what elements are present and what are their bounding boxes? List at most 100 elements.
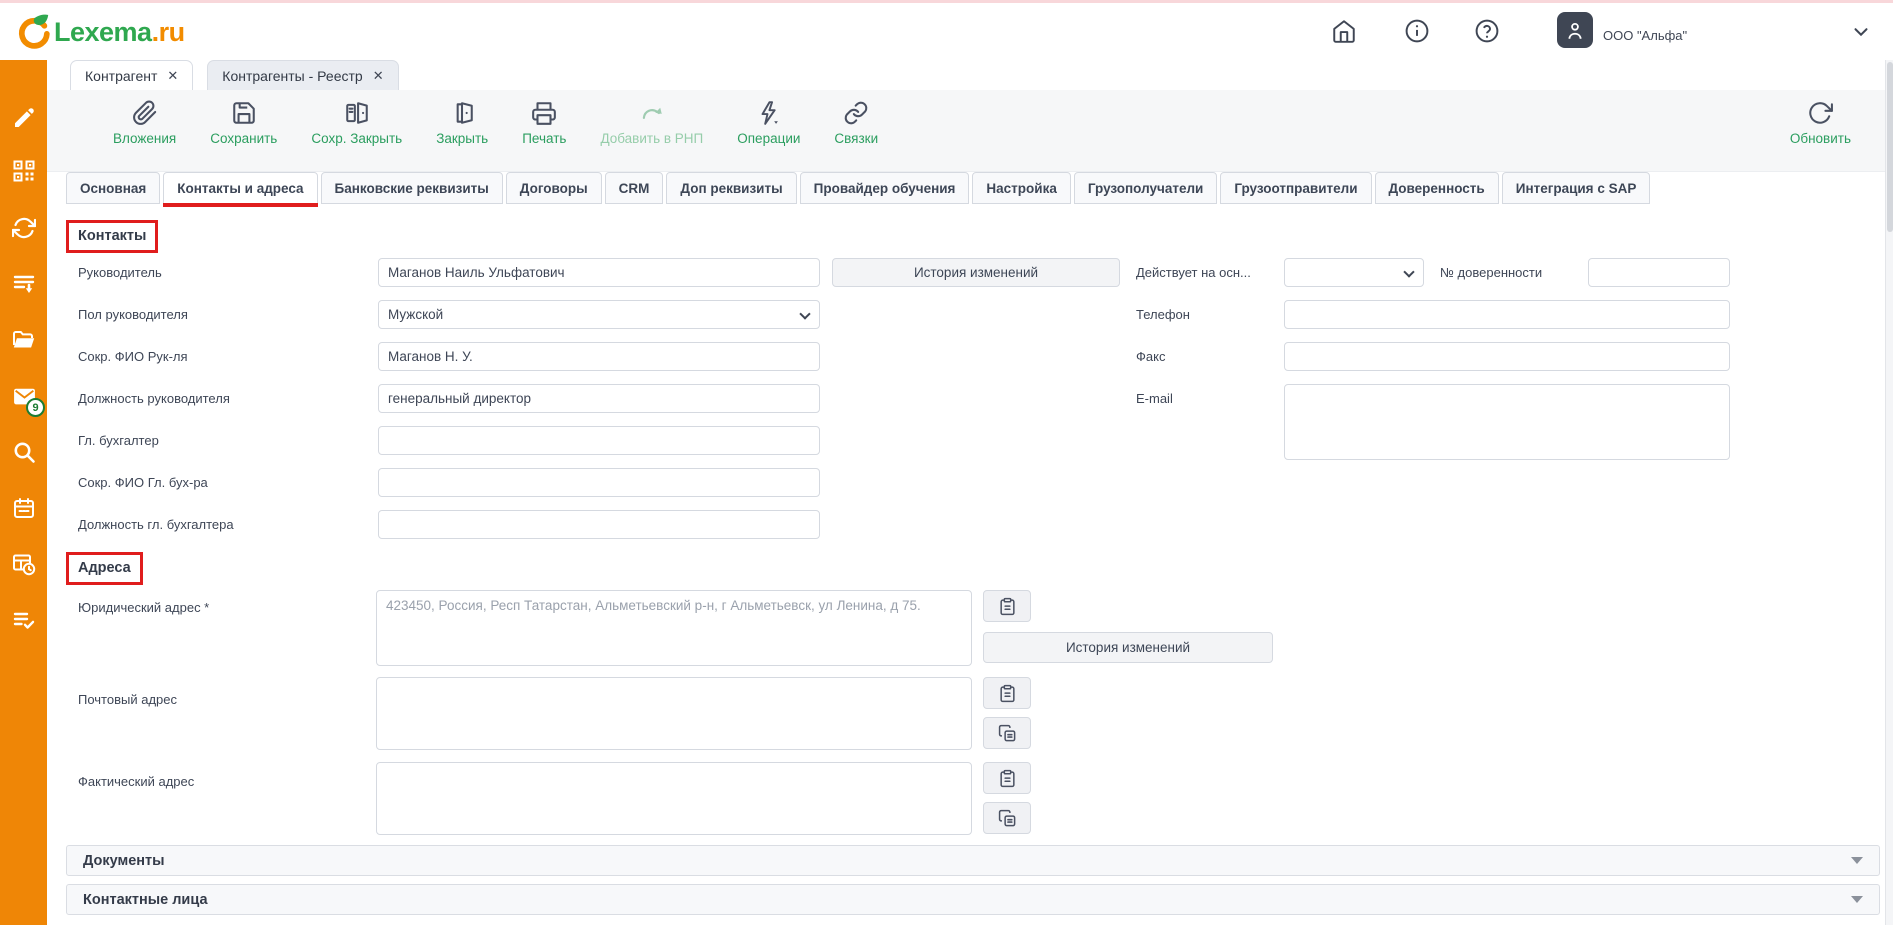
accordion-label: Контактные лица <box>83 892 208 908</box>
triangle-down-icon <box>1851 896 1863 903</box>
field-label: Пол руководителя <box>78 307 188 322</box>
mail-icon[interactable]: 9 <box>12 384 36 408</box>
tab-gruzootpraviteli[interactable]: Грузоотправители <box>1220 172 1371 204</box>
export-list-icon[interactable] <box>12 272 36 296</box>
lexema-logo[interactable]: Lexema.ru <box>14 13 185 51</box>
chief-accountant-input[interactable] <box>378 426 820 455</box>
header-chevron-down-icon[interactable] <box>1850 21 1872 43</box>
triangle-down-icon <box>1851 857 1863 864</box>
operations-button[interactable]: Операции <box>737 100 800 146</box>
copy-icon <box>998 809 1017 828</box>
edit-pencil-icon[interactable] <box>12 106 36 130</box>
print-button[interactable]: Печать <box>522 100 566 146</box>
search-icon[interactable] <box>12 440 36 464</box>
clipboard-icon <box>998 769 1017 788</box>
accordion-kontaktnye-litsa[interactable]: Контактные лица <box>66 884 1880 915</box>
fax-input[interactable] <box>1284 342 1730 371</box>
acts-on-basis-label: Действует на осн... <box>1136 265 1251 280</box>
phone-input[interactable] <box>1284 300 1730 329</box>
calendar-icon[interactable] <box>12 496 36 520</box>
lexema-logo-icon <box>14 13 52 51</box>
add-to-rnp-button: Добавить в РНП <box>600 100 703 146</box>
leader-short-name-input[interactable] <box>378 342 820 371</box>
leader-position-input[interactable] <box>378 384 820 413</box>
window-tab-label: Контрагенты - Реестр <box>222 68 362 84</box>
postal-address-label: Почтовый адрес <box>78 692 177 707</box>
save-close-button[interactable]: Сохр. Закрыть <box>311 100 402 146</box>
chief-accountant-position-input[interactable] <box>378 510 820 539</box>
save-close-icon <box>344 100 370 126</box>
postal-address-paste-button[interactable] <box>983 677 1031 709</box>
address-history-button[interactable]: История изменений <box>983 632 1273 663</box>
chevron-down-icon <box>799 308 810 319</box>
accordion-dokumenty[interactable]: Документы <box>66 845 1880 876</box>
close-icon[interactable]: ✕ <box>167 68 178 84</box>
tab-nastroyka[interactable]: Настройка <box>972 172 1070 204</box>
tab-doverennost[interactable]: Доверенность <box>1375 172 1499 204</box>
contacts-history-button[interactable]: История изменений <box>832 258 1120 287</box>
save-icon <box>231 100 257 126</box>
chief-accountant-short-input[interactable] <box>378 468 820 497</box>
field-label: Руководитель <box>78 265 162 280</box>
links-button[interactable]: Связки <box>834 100 878 146</box>
scrollbar-thumb[interactable] <box>1887 62 1893 232</box>
acts-on-basis-select[interactable] <box>1284 258 1424 287</box>
actual-address-paste-button[interactable] <box>983 762 1031 794</box>
leader-name-input[interactable] <box>378 258 820 287</box>
tab-dogovory[interactable]: Договоры <box>506 172 602 204</box>
select-value: Мужской <box>388 307 443 322</box>
legal-address-paste-button[interactable] <box>983 590 1031 622</box>
chevron-down-icon <box>1403 266 1414 277</box>
email-textarea[interactable] <box>1284 384 1730 460</box>
report-schedule-icon[interactable] <box>12 552 36 576</box>
help-icon[interactable] <box>1473 17 1501 45</box>
user-avatar[interactable] <box>1557 12 1593 48</box>
window-tab-kontragenty-reestr[interactable]: Контрагенты - Реестр ✕ <box>207 60 398 90</box>
contacts-section-header: Контакты <box>66 220 158 253</box>
fax-label: Факс <box>1136 349 1165 364</box>
lightning-icon <box>756 100 782 126</box>
form-body: Контакты Руководитель Пол руководителя М… <box>47 208 1893 925</box>
form-tab-bar: Основная Контакты и адреса Банковские ре… <box>47 172 1893 208</box>
postal-address-textarea[interactable] <box>376 677 972 750</box>
tab-provayder-obucheniya[interactable]: Провайдер обучения <box>800 172 970 204</box>
sync-icon[interactable] <box>12 216 36 240</box>
field-label: Должность гл. бухгалтера <box>78 517 234 532</box>
close-button[interactable]: Закрыть <box>436 100 488 146</box>
info-icon[interactable] <box>1403 17 1431 45</box>
refresh-button[interactable]: Обновить <box>1790 100 1851 146</box>
save-button[interactable]: Сохранить <box>210 100 277 146</box>
actual-address-textarea[interactable] <box>376 762 972 835</box>
tab-osnovnaya[interactable]: Основная <box>66 172 160 204</box>
vertical-scrollbar[interactable] <box>1885 60 1893 925</box>
postal-address-copy-button[interactable] <box>983 717 1031 749</box>
refresh-icon <box>1807 100 1833 126</box>
poa-number-input[interactable] <box>1588 258 1730 287</box>
tab-crm[interactable]: CRM <box>605 172 664 204</box>
door-close-icon <box>449 100 475 126</box>
legal-address-textarea[interactable]: 423450, Россия, Респ Татарстан, Альметье… <box>376 590 972 666</box>
home-icon[interactable] <box>1330 17 1358 45</box>
window-tab-bar: Контрагент ✕ Контрагенты - Реестр ✕ <box>47 60 1893 90</box>
redo-arrow-icon <box>639 100 665 126</box>
close-icon[interactable]: ✕ <box>373 68 384 84</box>
window-tab-kontragent[interactable]: Контрагент ✕ <box>70 60 193 90</box>
leader-gender-select[interactable]: Мужской <box>378 300 820 329</box>
folder-icon[interactable] <box>12 328 36 352</box>
poa-number-label: № доверенности <box>1440 265 1542 280</box>
tab-dop-rekvizity[interactable]: Доп реквизиты <box>666 172 796 204</box>
actual-address-label: Фактический адрес <box>78 774 194 789</box>
toolbar: Вложения Сохранить Сохр. Закрыть <box>47 90 1893 172</box>
attachments-button[interactable]: Вложения <box>113 100 176 146</box>
tasks-check-icon[interactable] <box>12 608 36 632</box>
mail-badge: 9 <box>26 398 45 417</box>
tab-integratsiya-s-sap[interactable]: Интеграция с SAP <box>1502 172 1651 204</box>
tab-bankovskie-rekvizity[interactable]: Банковские реквизиты <box>321 172 503 204</box>
company-name: ООО "Альфа" <box>1603 28 1687 43</box>
tab-gruzopoluchateli[interactable]: Грузополучатели <box>1074 172 1217 204</box>
actual-address-copy-button[interactable] <box>983 802 1031 834</box>
chain-link-icon <box>843 100 869 126</box>
sidebar: 9 <box>0 60 47 925</box>
tab-kontakty-i-adresa[interactable]: Контакты и адреса <box>163 172 317 204</box>
qr-code-icon[interactable] <box>12 159 36 183</box>
